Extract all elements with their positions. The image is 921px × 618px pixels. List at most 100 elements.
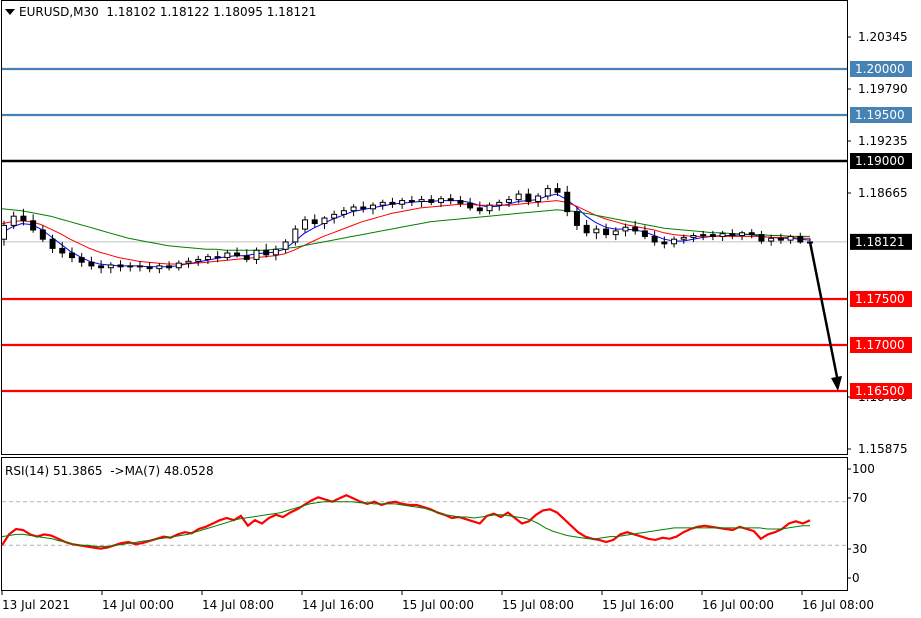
candle bbox=[331, 210, 338, 224]
forecast-arrow-head bbox=[831, 376, 842, 391]
candle bbox=[39, 225, 46, 242]
candle bbox=[437, 195, 444, 207]
rsi-series-line-rsi bbox=[1, 493, 811, 550]
candle-body bbox=[447, 198, 454, 202]
candle-body bbox=[263, 249, 270, 256]
candle-body bbox=[544, 188, 551, 197]
candle bbox=[447, 194, 454, 205]
candle-body bbox=[709, 234, 716, 237]
candle-body bbox=[408, 200, 415, 203]
candle-body bbox=[437, 198, 444, 203]
candle bbox=[30, 214, 37, 233]
candle-body bbox=[690, 235, 697, 238]
candle-body bbox=[632, 226, 639, 232]
candle-body bbox=[88, 261, 95, 267]
candle-body bbox=[399, 200, 406, 205]
candle-body bbox=[39, 229, 46, 240]
candle-body bbox=[797, 235, 804, 243]
candle bbox=[603, 223, 610, 239]
candle bbox=[107, 262, 114, 274]
candle-body bbox=[1, 224, 7, 240]
chart-area[interactable]: 1.203451.197901.192351.186651.184301.158… bbox=[0, 0, 921, 618]
level-price-label: 1.19500 bbox=[855, 108, 905, 122]
candle bbox=[253, 247, 260, 265]
candle-body bbox=[204, 256, 211, 260]
candle-body bbox=[166, 265, 173, 269]
candle bbox=[224, 250, 231, 261]
candle bbox=[185, 257, 192, 268]
candle-body bbox=[350, 206, 357, 212]
candle bbox=[739, 230, 746, 241]
candle bbox=[729, 229, 736, 240]
current-price-label: 1.18121 bbox=[855, 235, 905, 249]
candle-body bbox=[603, 228, 610, 236]
candle-body bbox=[331, 213, 338, 219]
rsi-tick-label: 30 bbox=[852, 542, 867, 556]
level-price-label: 1.17000 bbox=[855, 338, 905, 352]
candle-body bbox=[49, 238, 56, 249]
candle-body bbox=[622, 226, 629, 232]
candle bbox=[651, 230, 658, 246]
candle-body bbox=[224, 252, 231, 259]
candle-body bbox=[146, 266, 153, 270]
candle bbox=[302, 216, 309, 233]
candle-body bbox=[671, 238, 678, 245]
time-tick-label: 15 Jul 16:00 bbox=[602, 598, 674, 612]
candle-body bbox=[370, 204, 377, 210]
candle bbox=[146, 262, 153, 273]
candle-body bbox=[389, 201, 396, 205]
candle-body bbox=[457, 200, 464, 204]
candle-body bbox=[583, 224, 590, 234]
candle bbox=[272, 245, 279, 261]
candle bbox=[370, 202, 377, 215]
candle-body bbox=[564, 191, 571, 213]
candle bbox=[797, 232, 804, 244]
candle-body bbox=[311, 219, 318, 225]
candle bbox=[583, 219, 590, 237]
candle bbox=[573, 207, 580, 230]
candle-body bbox=[156, 265, 163, 270]
level-price-label: 1.17500 bbox=[855, 292, 905, 306]
candle bbox=[768, 234, 775, 246]
candle bbox=[787, 234, 794, 244]
candle bbox=[408, 195, 415, 207]
candle-body bbox=[612, 230, 619, 236]
candle bbox=[593, 225, 600, 240]
candle bbox=[350, 204, 357, 217]
candle-body bbox=[107, 264, 114, 269]
candle bbox=[282, 239, 289, 253]
candle-body bbox=[302, 219, 309, 230]
candle-body bbox=[360, 206, 367, 210]
time-tick-label: 14 Jul 00:00 bbox=[102, 598, 174, 612]
time-tick-label: 13 Jul 2021 bbox=[2, 598, 70, 612]
candle bbox=[340, 207, 347, 219]
time-tick-label: 15 Jul 08:00 bbox=[502, 598, 574, 612]
candle-body bbox=[98, 265, 105, 269]
candle-body bbox=[787, 235, 794, 241]
time-tick-label: 14 Jul 16:00 bbox=[302, 598, 374, 612]
candle-body bbox=[78, 257, 85, 263]
time-tick-label: 16 Jul 00:00 bbox=[702, 598, 774, 612]
candle bbox=[671, 236, 678, 248]
candle bbox=[399, 197, 406, 209]
price-tick-label: 1.19790 bbox=[858, 82, 908, 96]
time-tick-label: 16 Jul 08:00 bbox=[802, 598, 874, 612]
candle-body bbox=[30, 220, 37, 231]
candle bbox=[544, 184, 551, 200]
candle bbox=[379, 199, 386, 210]
candle-body bbox=[554, 188, 561, 193]
level-price-label: 1.19000 bbox=[855, 154, 905, 168]
candle-body bbox=[651, 235, 658, 243]
candle bbox=[136, 261, 143, 272]
candle-body bbox=[496, 201, 503, 206]
candle-body bbox=[195, 258, 202, 262]
candle bbox=[49, 234, 56, 253]
candle bbox=[457, 195, 464, 207]
candle-body bbox=[486, 204, 493, 212]
candle-body bbox=[428, 199, 435, 203]
candle bbox=[68, 247, 75, 263]
candle bbox=[486, 202, 493, 215]
candle bbox=[117, 260, 124, 272]
rsi-pane-frame bbox=[1, 457, 848, 591]
candle-body bbox=[243, 255, 250, 260]
